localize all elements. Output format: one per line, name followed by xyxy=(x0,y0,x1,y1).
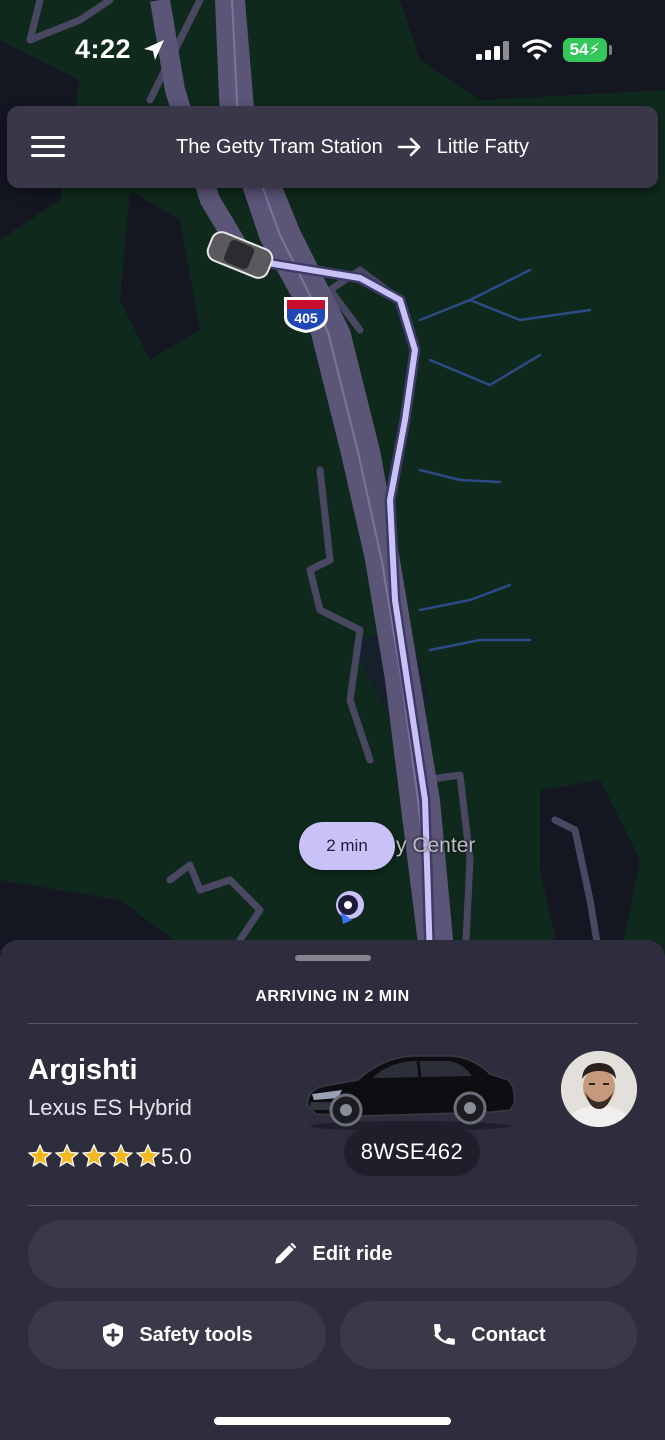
location-arrow-icon xyxy=(144,40,164,60)
eta-pill: 2 min xyxy=(299,822,395,870)
arrow-right-icon xyxy=(397,137,421,157)
route-summary[interactable]: The Getty Tram Station Little Fatty xyxy=(7,106,658,188)
status-bar: 4:22 54⚡ xyxy=(0,0,665,100)
star-icon xyxy=(81,1143,107,1168)
cellular-signal-icon xyxy=(476,41,509,60)
divider xyxy=(28,1205,638,1206)
phone-icon xyxy=(434,1324,456,1345)
battery-indicator: 54⚡ xyxy=(563,38,607,62)
rating-stars xyxy=(27,1143,161,1169)
star-icon xyxy=(108,1143,134,1168)
wifi-icon xyxy=(522,39,552,60)
license-plate: 8WSE462 xyxy=(344,1128,480,1176)
contact-label: Contact xyxy=(471,1323,546,1346)
battery-cap xyxy=(609,45,612,55)
route-destination: Little Fatty xyxy=(436,135,529,158)
driver-photo xyxy=(561,1051,637,1127)
car-model: Lexus ES Hybrid xyxy=(28,1095,192,1120)
battery-level: 54 xyxy=(569,40,589,59)
ride-details-sheet: ARRIVING IN 2 MIN Argishti Lexus ES Hybr… xyxy=(0,940,665,1440)
route-header: The Getty Tram Station Little Fatty xyxy=(7,106,658,188)
star-icon xyxy=(135,1143,161,1168)
star-icon xyxy=(54,1143,80,1168)
safety-tools-button[interactable]: Safety tools xyxy=(28,1301,326,1369)
pencil-icon xyxy=(275,1242,297,1264)
driver-avatar[interactable] xyxy=(561,1051,637,1127)
edit-ride-label: Edit ride xyxy=(312,1242,393,1265)
star-icon xyxy=(27,1143,53,1168)
shield-plus-icon xyxy=(103,1323,124,1347)
divider xyxy=(28,1023,638,1024)
car-image xyxy=(307,1055,516,1131)
interstate-shield-icon: 405 xyxy=(284,297,328,333)
route-origin: The Getty Tram Station xyxy=(175,135,383,158)
edit-ride-button[interactable]: Edit ride xyxy=(28,1220,637,1288)
map-place-label: y Center xyxy=(396,834,476,857)
highway-shield-number: 405 xyxy=(294,310,318,326)
driver-name: Argishti xyxy=(28,1054,138,1086)
contact-button[interactable]: Contact xyxy=(340,1301,637,1369)
home-indicator[interactable] xyxy=(214,1417,451,1425)
status-time: 4:22 xyxy=(75,34,132,64)
driver-rating: 5.0 xyxy=(161,1144,192,1169)
sheet-drag-handle[interactable] xyxy=(295,955,371,961)
arrival-status: ARRIVING IN 2 MIN xyxy=(255,988,410,1005)
safety-tools-label: Safety tools xyxy=(139,1323,253,1346)
